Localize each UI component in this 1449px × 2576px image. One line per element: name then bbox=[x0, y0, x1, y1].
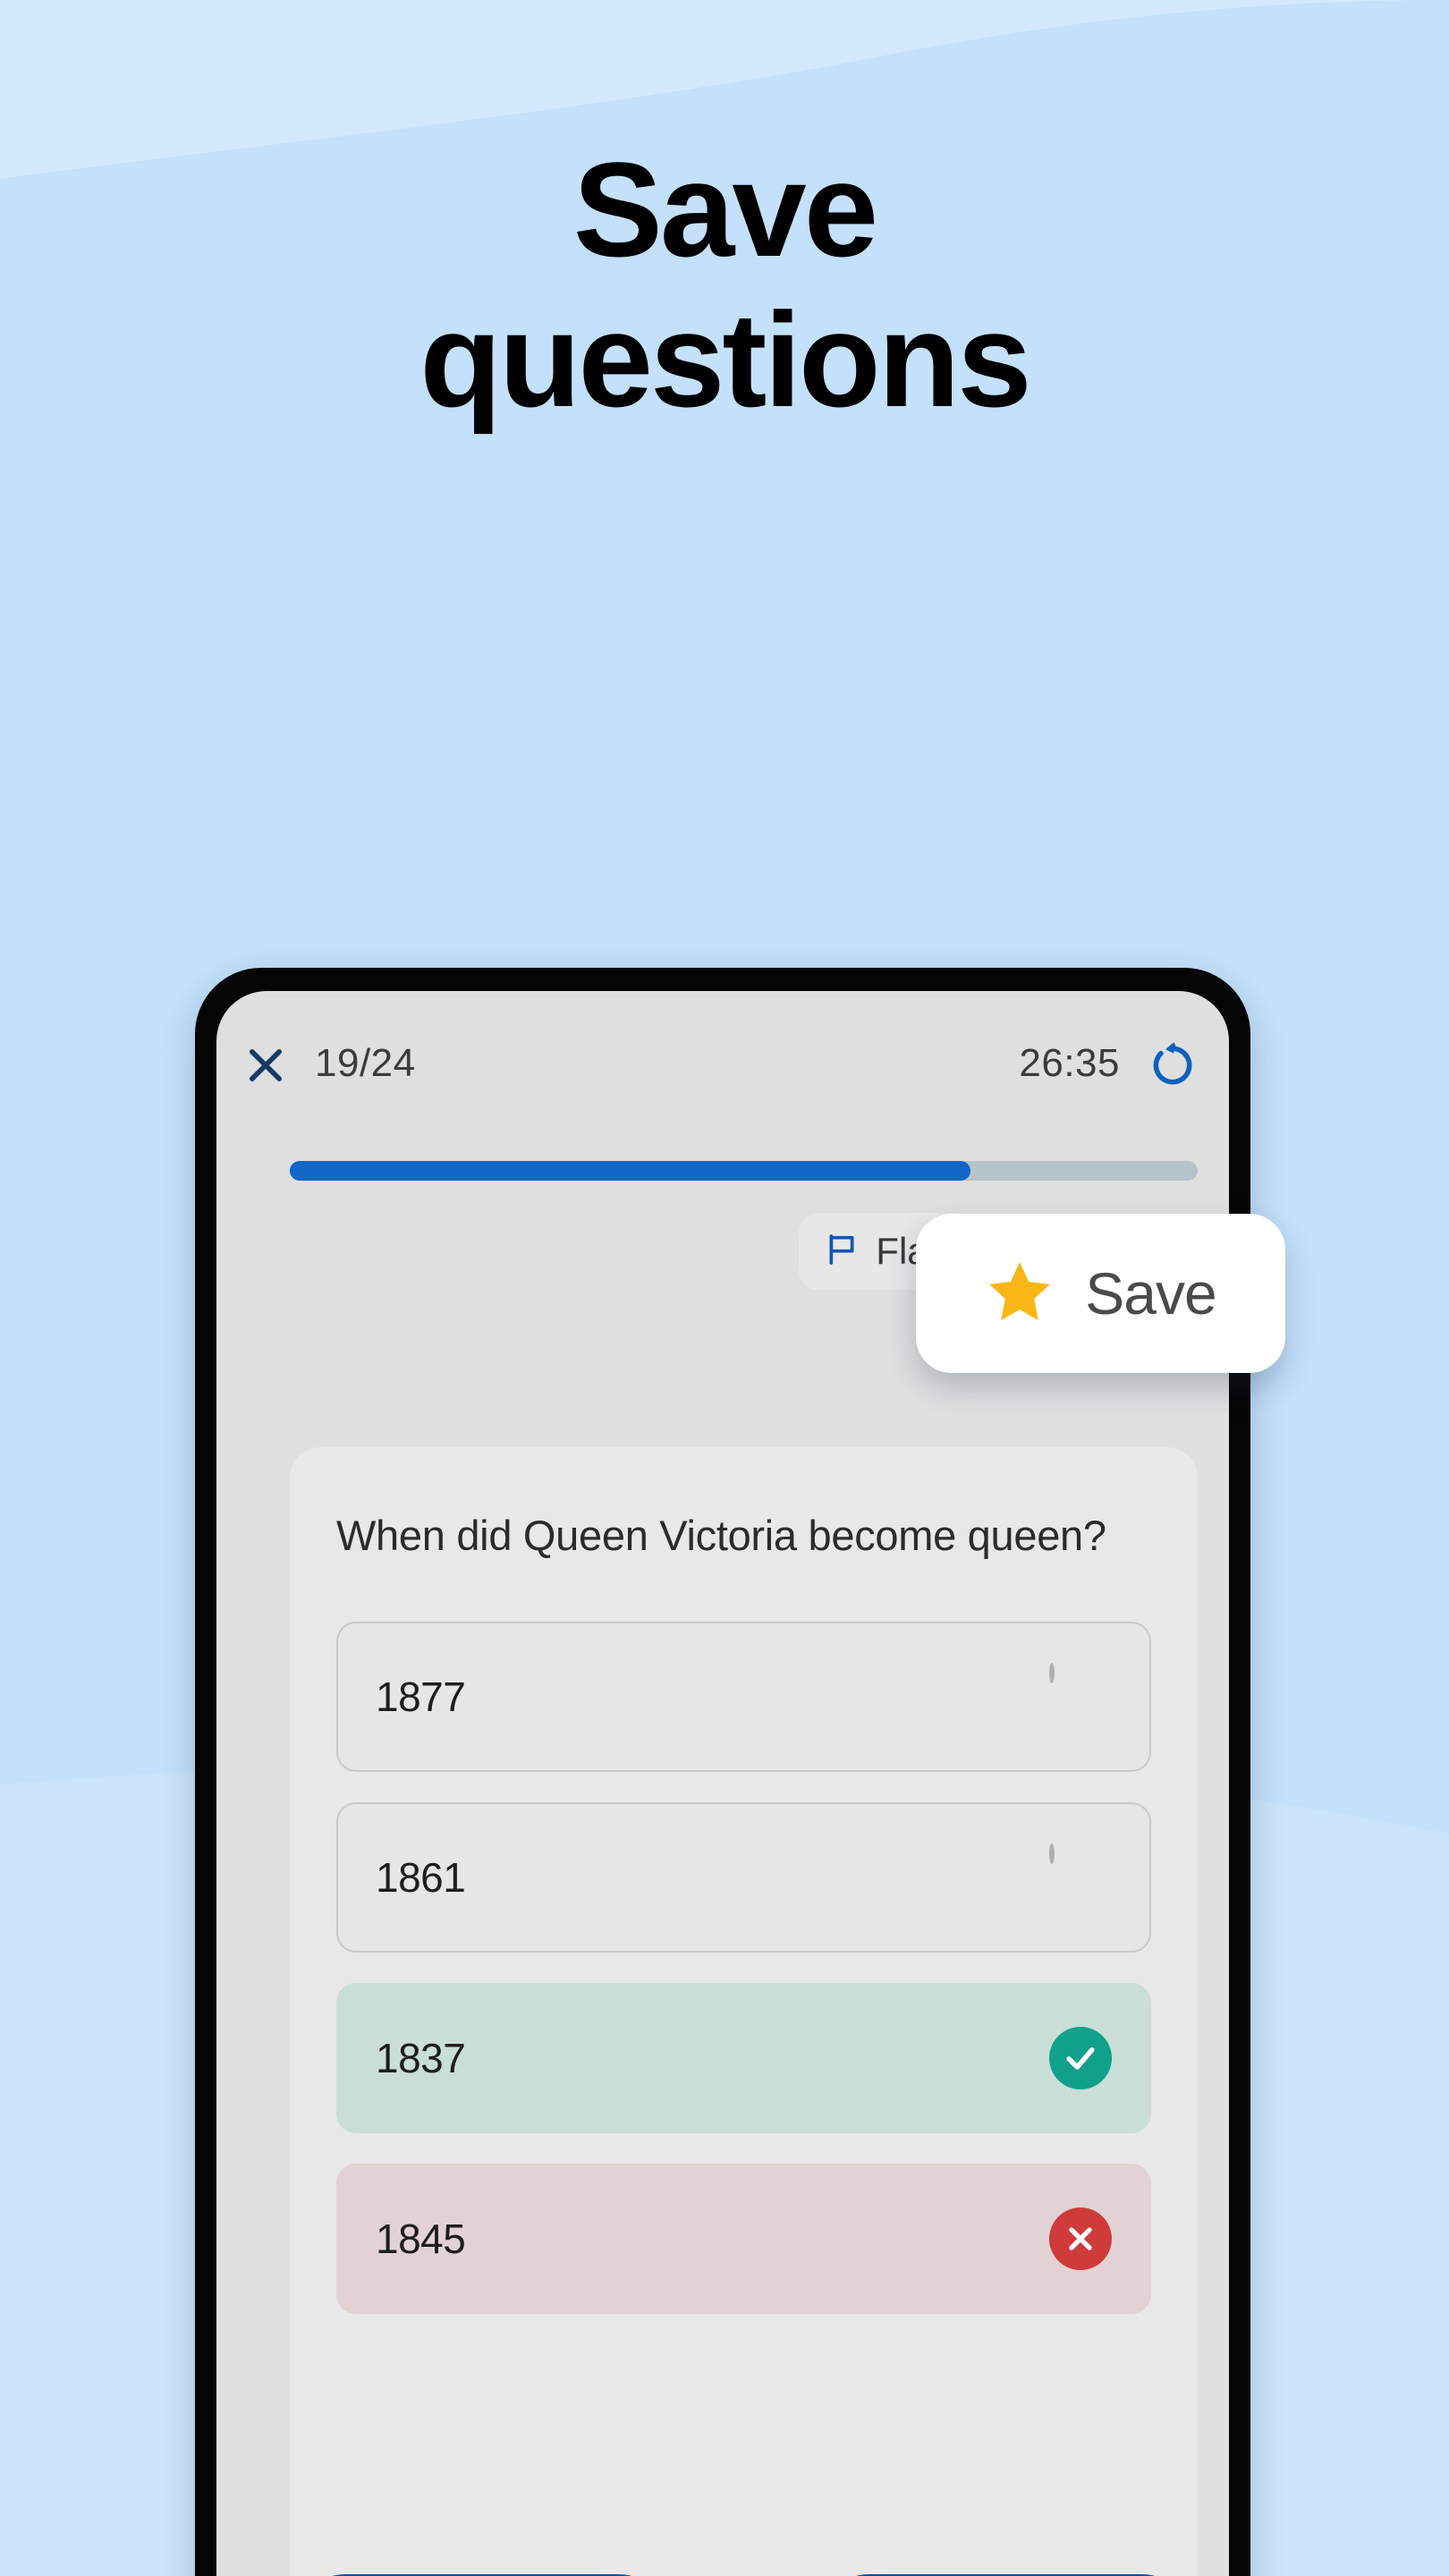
progress-bar-fill bbox=[290, 1161, 971, 1181]
page-title-line-1: Save bbox=[572, 134, 878, 284]
close-icon[interactable] bbox=[236, 1036, 295, 1095]
answer-option-1861[interactable]: 1861 bbox=[336, 1801, 1151, 1953]
save-button[interactable]: Save bbox=[916, 1214, 1285, 1373]
question-text: When did Queen Victoria become queen? bbox=[336, 1512, 1106, 1559]
cross-icon bbox=[1049, 2207, 1112, 2270]
quiz-top-bar: 19/24 26:35 bbox=[216, 1025, 1229, 1104]
radio-empty bbox=[1049, 1843, 1112, 1909]
restart-icon[interactable] bbox=[1143, 1036, 1202, 1095]
radio-empty bbox=[1049, 1662, 1112, 1728]
answer-option-label: 1861 bbox=[376, 1853, 466, 1901]
check-icon bbox=[1049, 2026, 1112, 2089]
answer-options-list: 1877 1861 1837 1845 bbox=[336, 1621, 1151, 2314]
page-title-line-2: questions bbox=[419, 284, 1031, 435]
save-label: Save bbox=[1085, 1260, 1216, 1326]
quiz-timer: 26:35 bbox=[1019, 1041, 1120, 1085]
answer-option-label: 1845 bbox=[376, 2215, 466, 2262]
page-title: Save questions bbox=[0, 134, 1449, 435]
answer-option-label: 1837 bbox=[376, 2034, 466, 2081]
phone-mockup: 19/24 26:35 Flag When did Queen Victoria… bbox=[195, 968, 1250, 2576]
answer-option-label: 1877 bbox=[376, 1673, 466, 1720]
question-counter: 19/24 bbox=[315, 1041, 416, 1085]
answer-option-1845[interactable]: 1845 bbox=[336, 2163, 1151, 2314]
progress-bar-track bbox=[290, 1161, 1198, 1181]
answer-option-1837[interactable]: 1837 bbox=[336, 1982, 1151, 2133]
question-card: When did Queen Victoria become queen? 18… bbox=[290, 1447, 1198, 2576]
answer-option-1877[interactable]: 1877 bbox=[336, 1621, 1151, 1772]
star-icon bbox=[985, 1257, 1055, 1331]
flag-icon bbox=[824, 1232, 860, 1272]
